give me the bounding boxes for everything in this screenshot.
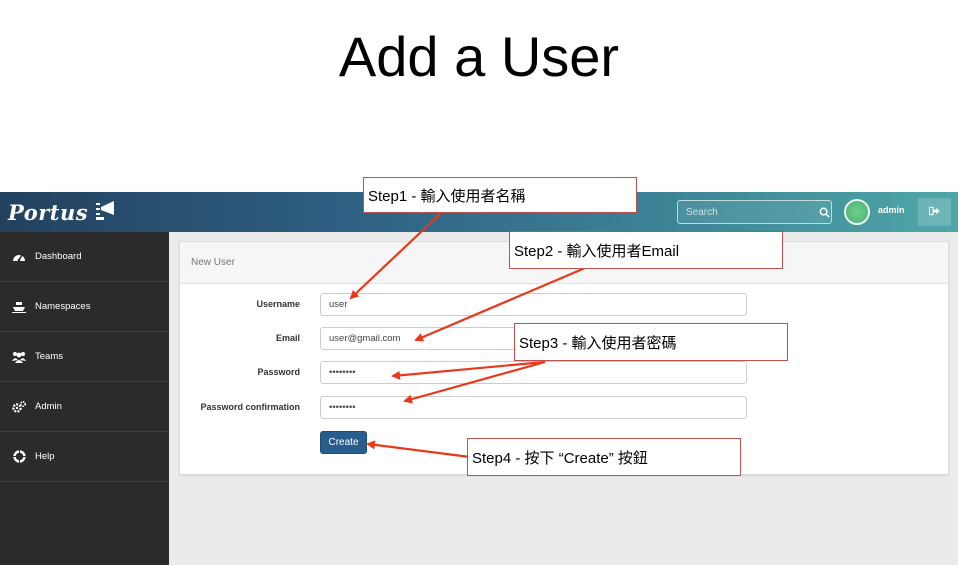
step1-annotation: Step1 - 輸入使用者名稱 (363, 177, 637, 213)
sidebar-item-help[interactable]: Help (0, 432, 169, 482)
dashboard-icon (11, 249, 27, 265)
sidebar-item-dashboard[interactable]: Dashboard (0, 232, 169, 282)
sidebar-item-namespaces[interactable]: Namespaces (0, 282, 169, 332)
logout-button[interactable] (918, 198, 951, 226)
sidebar: Dashboard Namespaces Teams Admin Help (0, 232, 169, 565)
sidebar-item-label: Namespaces (35, 301, 91, 312)
password-confirmation-label: Password confirmation (200, 402, 300, 412)
avatar[interactable] (844, 199, 870, 225)
logo-text: Portus (8, 199, 89, 225)
sidebar-item-label: Teams (35, 351, 63, 362)
username-field[interactable]: user (320, 293, 747, 316)
step3-annotation: Step3 - 輸入使用者密碼 (514, 323, 788, 361)
search-box (677, 200, 832, 224)
search-input[interactable] (678, 201, 818, 223)
password-confirmation-field[interactable]: •••••••• (320, 396, 747, 419)
sidebar-item-admin[interactable]: Admin (0, 382, 169, 432)
password-field[interactable]: •••••••• (320, 361, 747, 384)
teams-icon (11, 349, 27, 365)
portus-logo[interactable]: Portus (8, 198, 116, 226)
help-lifebuoy-icon (11, 449, 27, 465)
namespaces-icon (11, 299, 27, 315)
password-label: Password (257, 367, 300, 377)
sidebar-item-label: Help (35, 451, 55, 462)
step2-annotation: Step2 - 輸入使用者Email (509, 231, 783, 269)
sidebar-item-label: Dashboard (35, 251, 82, 262)
slide-title: Add a User (338, 25, 620, 88)
portus-app: Portus admin (0, 192, 958, 565)
sidebar-item-teams[interactable]: Teams (0, 332, 169, 382)
step4-annotation: Step4 - 按下 “Create” 按鈕 (467, 438, 741, 476)
email-label: Email (275, 333, 300, 343)
admin-cogs-icon (11, 399, 27, 415)
lighthouse-icon (94, 199, 116, 226)
current-user-name[interactable]: admin (878, 205, 905, 215)
create-button[interactable]: Create (320, 431, 367, 454)
username-label: Username (256, 299, 300, 309)
sidebar-item-label: Admin (35, 401, 62, 412)
sign-out-icon (928, 203, 940, 221)
search-icon[interactable] (818, 201, 831, 223)
